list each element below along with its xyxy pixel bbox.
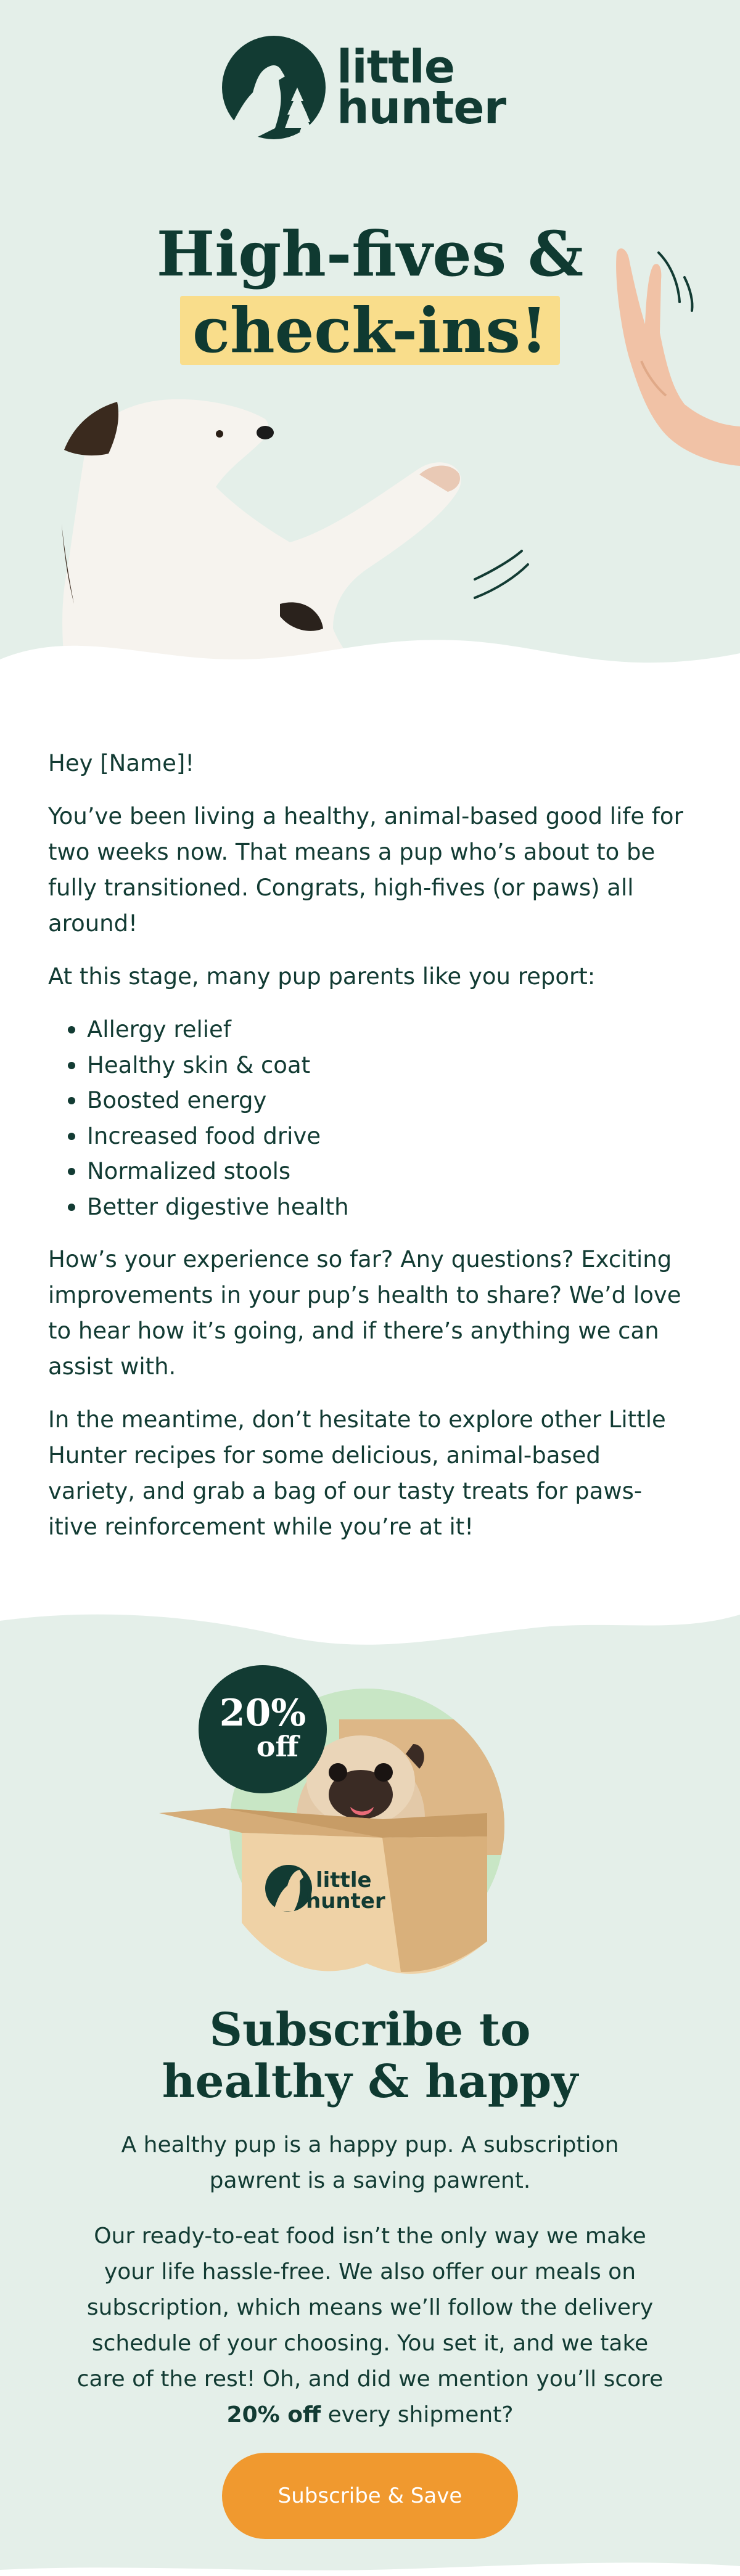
promo-description-end: every shipment? — [321, 2402, 514, 2427]
box-logo: little hunter — [265, 1865, 385, 1914]
hero-section: little hunter High-fives & check-ins! — [0, 0, 740, 696]
paragraph-explore: In the meantime, don’t hesitate to explo… — [48, 1406, 666, 1540]
email-body: Hey [Name]! You’ve been living a healthy… — [48, 746, 689, 1562]
list-intro: At this stage, many pup parents like you… — [48, 963, 596, 990]
benefit-item: Increased food drive — [87, 1119, 689, 1154]
pug-in-box-illustration: little hunter 20% off — [159, 1665, 504, 1974]
benefit-item: Boosted energy — [87, 1083, 689, 1119]
promo-title-line-2: healthy & happy — [162, 2055, 578, 2108]
promo-discount-highlight: 20% off — [226, 2402, 321, 2427]
bottom-divider-wave — [0, 2562, 740, 2576]
logo-wordmark: little hunter — [337, 44, 506, 134]
greeting: Hey [Name]! — [48, 750, 195, 776]
benefit-item: Better digestive health — [87, 1189, 689, 1225]
brand-logo[interactable]: little hunter — [221, 36, 523, 139]
logo-line-2: hunter — [337, 81, 506, 134]
subscription-promo-section: little hunter 20% off Subscribe to healt… — [0, 1602, 740, 2576]
badge-off: off — [257, 1730, 301, 1763]
promo-description-text: Our ready-to-eat food isn’t the only way… — [76, 2223, 664, 2392]
promo-title-line-1: Subscribe to — [209, 2003, 531, 2056]
wolf-howling-logo-icon — [222, 36, 326, 139]
hero-illustration — [0, 248, 740, 696]
benefits-list: Allergy relief Healthy skin & coat Boost… — [48, 1012, 689, 1225]
badge-percent: 20% — [220, 1692, 306, 1735]
section-divider-wave — [0, 1602, 740, 1645]
paragraph-experience: How’s your experience so far? Any questi… — [48, 1246, 681, 1380]
discount-badge: 20% off — [199, 1665, 327, 1793]
promo-description: Our ready-to-eat food isn’t the only way… — [74, 2219, 666, 2433]
benefit-item: Allergy relief — [87, 1012, 689, 1048]
human-hand-icon — [616, 248, 740, 466]
promo-title: Subscribe to healthy & happy — [0, 2004, 740, 2108]
promo-intro: A healthy pup is a happy pup. A subscrip… — [121, 2132, 619, 2193]
subscribe-and-save-button[interactable]: Subscribe & Save — [222, 2453, 518, 2539]
benefit-item: Healthy skin & coat — [87, 1048, 689, 1083]
benefit-item: Normalized stools — [87, 1154, 689, 1189]
paragraph-transition: You’ve been living a healthy, animal-bas… — [48, 803, 683, 937]
box-logo-line-2: hunter — [306, 1889, 385, 1914]
